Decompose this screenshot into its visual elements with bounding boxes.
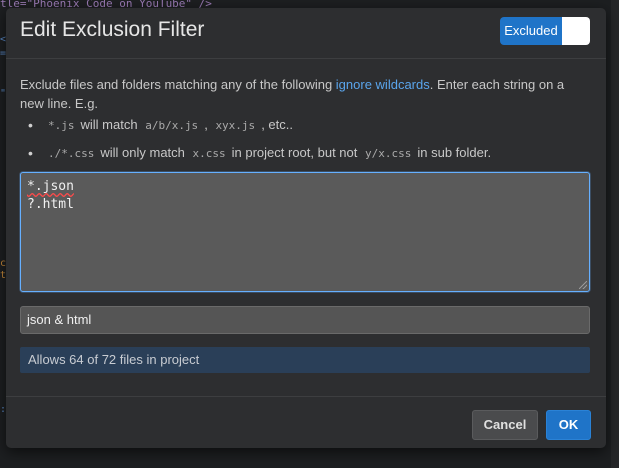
dialog-footer: Cancel OK <box>6 396 606 448</box>
pattern-line: ?.html <box>27 197 74 212</box>
example-text: , etc.. <box>261 117 293 132</box>
examples-list: *.js will match a/b/x.js, xyx.js , etc.. .… <box>20 115 590 171</box>
toggle-label: Excluded <box>500 17 562 45</box>
example-code: x.css <box>192 147 226 160</box>
description-text: Exclude files and folders matching any o… <box>20 77 336 92</box>
filter-description: Exclude files and folders matching any o… <box>20 75 580 113</box>
example-code: y/x.css <box>365 147 412 160</box>
filter-name-input[interactable]: json & html <box>20 306 590 334</box>
toggle-knob <box>562 17 590 45</box>
ignore-wildcards-link[interactable]: ignore wildcards <box>336 77 430 92</box>
ok-button[interactable]: OK <box>546 410 591 440</box>
example-text: in sub folder. <box>417 145 492 160</box>
dialog-title: Edit Exclusion Filter <box>20 18 205 41</box>
textarea-content: *.json ?.html <box>27 178 74 214</box>
exclusion-filter-dialog: Edit Exclusion Filter Excluded Exclude f… <box>6 8 606 448</box>
example-text: will only match <box>100 145 185 160</box>
example-text: will match <box>80 117 138 132</box>
example-code: *.js <box>48 119 75 132</box>
example-code: ./*.css <box>48 147 95 160</box>
filter-patterns-textarea[interactable]: *.json ?.html <box>20 172 590 292</box>
example-item: ./*.css will only match x.css in project r… <box>20 143 590 171</box>
pattern-line: *.json <box>27 179 74 194</box>
example-item: *.js will match a/b/x.js, xyx.js , etc.. <box>20 115 590 143</box>
example-text: in project root, but not <box>231 145 358 160</box>
example-code: xyx.js <box>215 119 256 132</box>
example-code: a/b/x.js <box>145 119 199 132</box>
resize-grip-icon[interactable] <box>579 281 587 289</box>
excluded-toggle[interactable]: Excluded <box>500 17 590 45</box>
files-status-bar: Allows 64 of 72 files in project <box>20 347 590 373</box>
editor-scrollbar <box>611 0 619 468</box>
example-text: , <box>204 117 208 132</box>
cancel-button[interactable]: Cancel <box>472 410 538 440</box>
dialog-header: Edit Exclusion Filter Excluded <box>6 8 606 59</box>
